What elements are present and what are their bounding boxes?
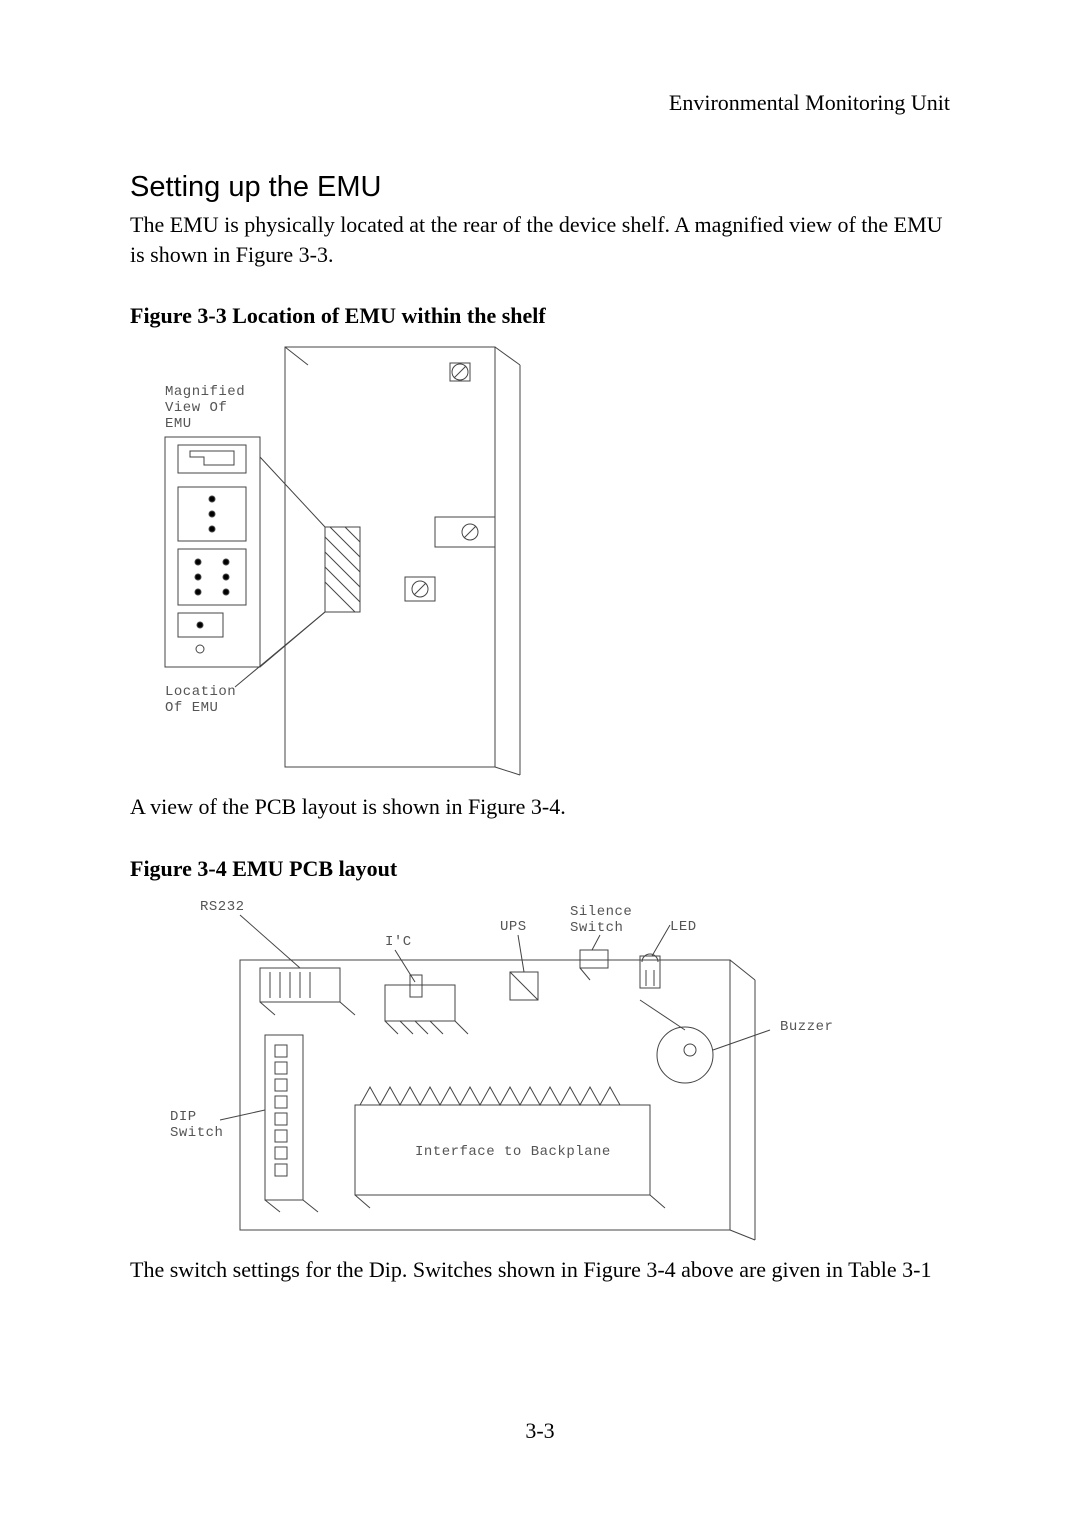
fig34-label-silence-1: Silence (570, 904, 632, 920)
fig34-label-led: LED (670, 919, 697, 935)
fig34-label-ic: I'C (385, 934, 412, 950)
page-header-right: Environmental Monitoring Unit (130, 90, 950, 116)
fig34-label-dip-2: Switch (170, 1125, 223, 1141)
fig33-label-magnified-3: EMU (165, 416, 192, 432)
figure-3-3-caption: Figure 3-3 Location of EMU within the sh… (130, 303, 950, 329)
paragraph-1: The EMU is physically located at the rea… (130, 210, 950, 269)
fig34-label-silence-2: Switch (570, 920, 623, 936)
figure-3-3-diagram: Magnified View Of EMU Location Of EMU (130, 337, 950, 792)
fig34-label-backplane: Interface to Backplane (415, 1144, 611, 1160)
paragraph-2: A view of the PCB layout is shown in Fig… (130, 792, 950, 822)
fig33-label-magnified-2: View Of (165, 400, 227, 416)
paragraph-3: The switch settings for the Dip. Switche… (130, 1255, 950, 1285)
fig34-label-ups: UPS (500, 919, 527, 935)
figure-3-4-caption: Figure 3-4 EMU PCB layout (130, 856, 950, 882)
fig33-label-location-1: Location (165, 684, 236, 700)
section-heading: Setting up the EMU (130, 171, 950, 204)
fig33-label-location-2: Of EMU (165, 700, 218, 716)
figure-3-4-diagram: RS232 I'C UPS Silence Switch LED Buzzer … (130, 890, 950, 1255)
fig34-label-dip-1: DIP (170, 1109, 197, 1125)
fig33-label-magnified-1: Magnified (165, 384, 245, 400)
fig34-label-rs232: RS232 (200, 899, 245, 915)
page-number: 3-3 (0, 1418, 1080, 1444)
fig34-label-buzzer: Buzzer (780, 1019, 833, 1035)
